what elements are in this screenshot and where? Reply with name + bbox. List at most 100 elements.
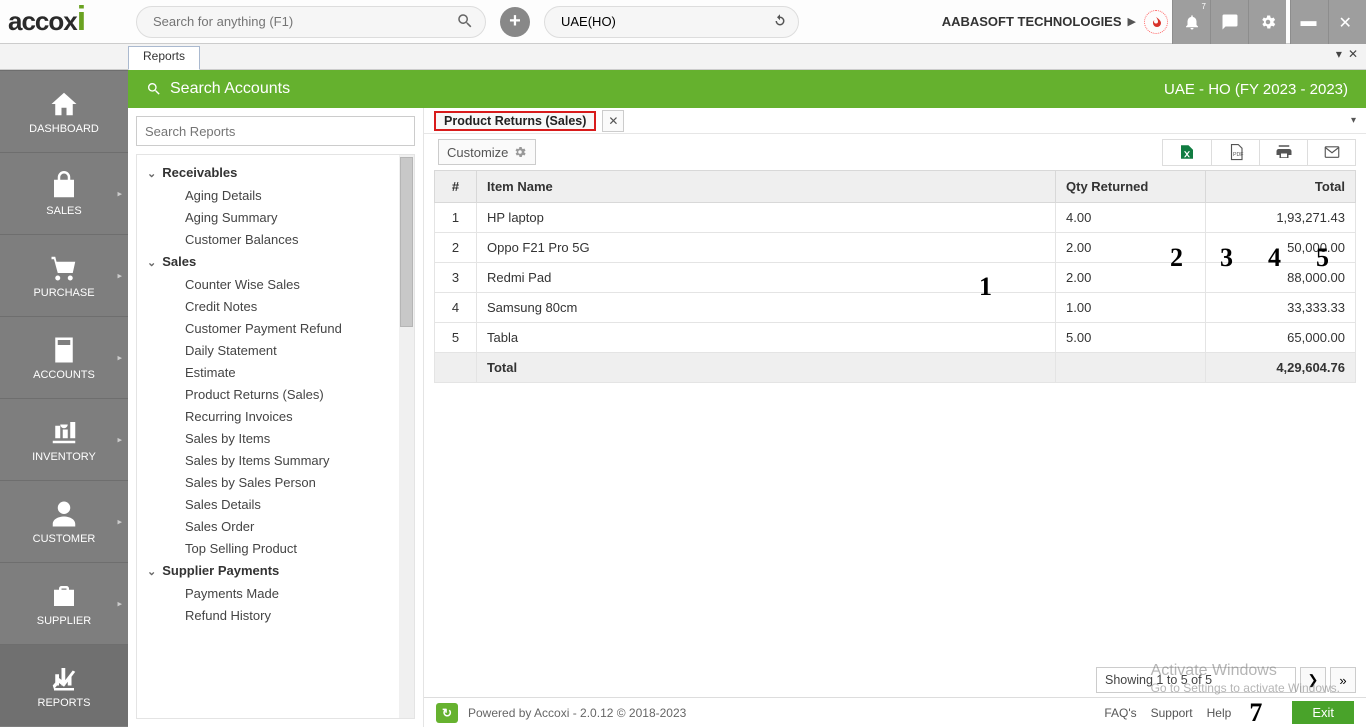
- org-selector[interactable]: UAE(HO): [544, 6, 799, 38]
- tree-item[interactable]: Top Selling Product: [137, 537, 414, 559]
- global-search-input[interactable]: [136, 6, 486, 38]
- user-icon: [47, 499, 81, 529]
- report-table: # Item Name Qty Returned Total 1HP lapto…: [434, 170, 1356, 383]
- chevron-right-icon: ▸: [117, 352, 122, 363]
- table-row[interactable]: 2Oppo F21 Pro 5G2.0050,000.00: [435, 233, 1356, 263]
- print-button[interactable]: [1259, 140, 1307, 165]
- tree-item[interactable]: Payments Made: [137, 582, 414, 604]
- pager-last-button[interactable]: »: [1330, 667, 1356, 693]
- svg-text:PDF: PDF: [1233, 152, 1244, 158]
- chevron-right-icon: ▸: [117, 598, 122, 609]
- chart-icon: [47, 663, 81, 693]
- tree-item[interactable]: Product Returns (Sales): [137, 383, 414, 405]
- sidebar-item-purchase[interactable]: PURCHASE▸: [0, 234, 128, 316]
- tree-item[interactable]: Sales Details: [137, 493, 414, 515]
- tree-item[interactable]: Refund History: [137, 604, 414, 626]
- bag-icon: [47, 171, 81, 201]
- company-name[interactable]: AABASOFT TECHNOLOGIES: [942, 14, 1122, 29]
- col-number: #: [435, 171, 477, 203]
- sidebar-item-accounts[interactable]: ACCOUNTS▸: [0, 316, 128, 398]
- powered-by: Powered by Accoxi - 2.0.12 © 2018-2023: [468, 706, 686, 720]
- tree-group-receivables[interactable]: Receivables: [137, 161, 414, 184]
- annotation-3: 3: [1220, 243, 1233, 273]
- tree-item[interactable]: Daily Statement: [137, 339, 414, 361]
- chat-icon[interactable]: [1210, 0, 1248, 44]
- close-window-icon[interactable]: ✕: [1328, 0, 1366, 44]
- export-excel-button[interactable]: [1163, 140, 1211, 165]
- annotation-5: 5: [1316, 243, 1329, 273]
- tree-group-supplier-payments[interactable]: Supplier Payments: [137, 559, 414, 582]
- tree-item[interactable]: Estimate: [137, 361, 414, 383]
- tree-item[interactable]: Aging Details: [137, 184, 414, 206]
- doc-tab-close[interactable]: ✕: [602, 110, 624, 132]
- table-row[interactable]: 5Tabla5.0065,000.00: [435, 323, 1356, 353]
- chevron-right-icon: ▸: [117, 434, 122, 445]
- tab-menu-icon[interactable]: ▾: [1336, 47, 1342, 61]
- main-sidebar: DASHBOARDSALES▸PURCHASE▸ACCOUNTS▸INVENTO…: [0, 70, 128, 727]
- tree-item[interactable]: Sales Order: [137, 515, 414, 537]
- sidebar-item-inventory[interactable]: INVENTORY▸: [0, 398, 128, 480]
- email-button[interactable]: [1307, 140, 1355, 165]
- sidebar-item-dashboard[interactable]: DASHBOARD: [0, 70, 128, 152]
- flame-icon[interactable]: [1144, 10, 1168, 34]
- link-help[interactable]: Help: [1207, 706, 1232, 720]
- link-support[interactable]: Support: [1151, 706, 1193, 720]
- link-faqs[interactable]: FAQ's: [1104, 706, 1136, 720]
- doc-tab-caret-icon[interactable]: ▾: [1351, 115, 1366, 126]
- app-header: accoxi + UAE(HO) AABASOFT TECHNOLOGIES ▶…: [0, 0, 1366, 44]
- cart-icon: [47, 253, 81, 283]
- report-tree[interactable]: ReceivablesAging DetailsAging SummaryCus…: [137, 155, 414, 718]
- context-title[interactable]: Search Accounts: [170, 80, 290, 98]
- search-icon: [146, 81, 162, 97]
- chevron-right-icon: ▸: [117, 516, 122, 527]
- pager-next-button[interactable]: ❯: [1300, 667, 1326, 693]
- tree-item[interactable]: Credit Notes: [137, 295, 414, 317]
- sidebar-item-customer[interactable]: CUSTOMER▸: [0, 480, 128, 562]
- col-item-name: Item Name: [477, 171, 1056, 203]
- table-row[interactable]: 4Samsung 80cm1.0033,333.33: [435, 293, 1356, 323]
- tree-item[interactable]: Aging Summary: [137, 206, 414, 228]
- company-caret-icon: ▶: [1128, 15, 1136, 28]
- pager-info: Showing 1 to 5 of 5: [1096, 667, 1296, 693]
- sidebar-item-supplier[interactable]: SUPPLIER▸: [0, 562, 128, 644]
- settings-icon[interactable]: [1248, 0, 1286, 44]
- tree-item[interactable]: Counter Wise Sales: [137, 273, 414, 295]
- logo: accoxi: [8, 6, 128, 37]
- tree-item[interactable]: Customer Payment Refund: [137, 317, 414, 339]
- status-bar: ↻ Powered by Accoxi - 2.0.12 © 2018-2023…: [424, 697, 1366, 727]
- module-tabstrip: Reports ▾ ✕: [0, 44, 1366, 70]
- bell-icon[interactable]: 7: [1172, 0, 1210, 44]
- tab-close-all-icon[interactable]: ✕: [1348, 47, 1358, 61]
- doc-tab-product-returns[interactable]: Product Returns (Sales): [434, 111, 596, 131]
- sidebar-item-reports[interactable]: REPORTS: [0, 644, 128, 726]
- home-icon: [47, 89, 81, 119]
- table-row[interactable]: 1HP laptop4.001,93,271.43: [435, 203, 1356, 233]
- chevron-right-icon: ▸: [117, 188, 122, 199]
- inv-icon: [47, 417, 81, 447]
- table-total-row: Total4,29,604.76: [435, 353, 1356, 383]
- tree-item[interactable]: Recurring Invoices: [137, 405, 414, 427]
- annotation-4: 4: [1268, 243, 1281, 273]
- table-row[interactable]: 3Redmi Pad2.0088,000.00: [435, 263, 1356, 293]
- annotation-1: 1: [979, 272, 992, 302]
- gear-icon: [513, 145, 527, 159]
- customize-button[interactable]: Customize: [438, 139, 536, 165]
- report-search-input[interactable]: [136, 116, 415, 146]
- context-bar: Search Accounts UAE - HO (FY 2023 - 2023…: [128, 70, 1366, 108]
- tree-item[interactable]: Sales by Sales Person: [137, 471, 414, 493]
- tree-item[interactable]: Customer Balances: [137, 228, 414, 250]
- scrollbar[interactable]: [399, 155, 414, 718]
- scrollbar-thumb[interactable]: [400, 157, 413, 327]
- exit-button[interactable]: Exit: [1292, 701, 1354, 724]
- annotation-2: 2: [1170, 243, 1183, 273]
- tree-group-sales[interactable]: Sales: [137, 250, 414, 273]
- tree-item[interactable]: Sales by Items Summary: [137, 449, 414, 471]
- refresh-icon[interactable]: [771, 12, 789, 30]
- tree-item[interactable]: Sales by Items: [137, 427, 414, 449]
- sidebar-item-sales[interactable]: SALES▸: [0, 152, 128, 234]
- tab-reports[interactable]: Reports: [128, 46, 200, 70]
- add-button[interactable]: +: [500, 7, 530, 37]
- minimize-icon[interactable]: ▬: [1290, 0, 1328, 44]
- export-pdf-button[interactable]: PDF: [1211, 140, 1259, 165]
- brief-icon: [47, 581, 81, 611]
